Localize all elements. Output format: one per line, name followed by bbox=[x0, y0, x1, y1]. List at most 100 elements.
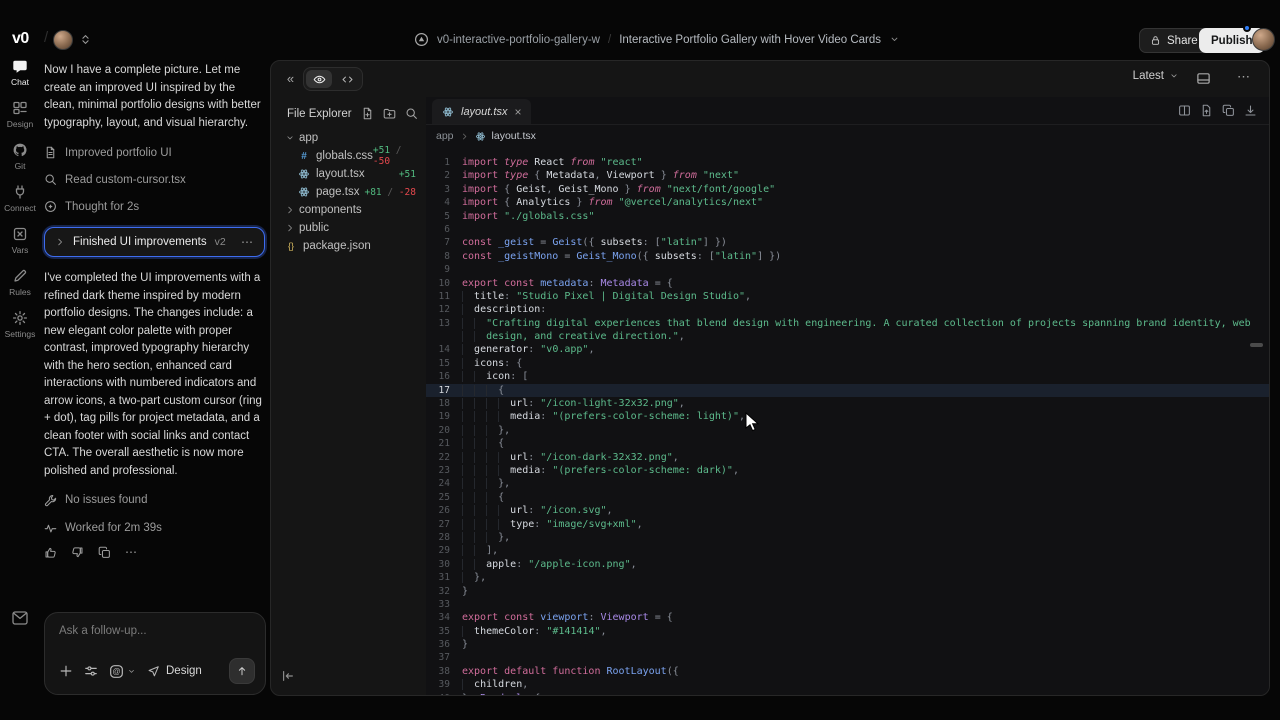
version-card[interactable]: Finished UI improvements v2 ⋯ bbox=[44, 227, 265, 257]
copy-icon[interactable] bbox=[1222, 104, 1235, 117]
preview-toggle[interactable] bbox=[306, 70, 332, 88]
code-line[interactable]: 30 apple: "/apple-icon.png", bbox=[426, 558, 1269, 571]
sidebar-item-git[interactable]: Git bbox=[0, 142, 40, 176]
more-actions-icon[interactable]: ⋯ bbox=[125, 545, 138, 559]
code-line[interactable]: 9 bbox=[426, 263, 1269, 276]
chevron-down-icon[interactable] bbox=[889, 34, 900, 45]
code-line[interactable]: 4import { Analytics } from "@vercel/anal… bbox=[426, 196, 1269, 209]
code-line[interactable]: 37 bbox=[426, 651, 1269, 664]
code-line[interactable]: 39 children, bbox=[426, 678, 1269, 691]
code-line[interactable]: 25 { bbox=[426, 491, 1269, 504]
code-line[interactable]: 19 media: "(prefers-color-scheme: light)… bbox=[426, 410, 1269, 423]
code-line[interactable]: 38export default function RootLayout({ bbox=[426, 665, 1269, 678]
plus-icon[interactable] bbox=[59, 664, 73, 678]
project-name[interactable]: v0-interactive-portfolio-gallery-w bbox=[437, 34, 600, 46]
new-folder-icon[interactable] bbox=[383, 107, 396, 120]
code-line[interactable]: 36} bbox=[426, 638, 1269, 651]
crumb-file[interactable]: layout.tsx bbox=[492, 130, 536, 142]
task-step[interactable]: Improved portfolio UI bbox=[44, 139, 265, 166]
status-row[interactable]: No issues found bbox=[44, 486, 265, 514]
code-line[interactable]: 40}: Readonly<{ bbox=[426, 692, 1269, 695]
tab-layout-tsx[interactable]: layout.tsx × bbox=[432, 99, 531, 124]
sidebar-item-design[interactable]: Design bbox=[0, 100, 40, 134]
code-line[interactable]: 35 themeColor: "#141414", bbox=[426, 625, 1269, 638]
sidebar-item-connect[interactable]: Connect bbox=[0, 184, 40, 218]
code-line[interactable]: 1import type React from "react" bbox=[426, 156, 1269, 169]
code-line[interactable]: 27 type: "image/svg+xml", bbox=[426, 518, 1269, 531]
crumb-folder[interactable]: app bbox=[436, 130, 454, 142]
code-line[interactable]: 16 icon: [ bbox=[426, 370, 1269, 383]
panel-menu-icon[interactable]: ⋯ bbox=[1237, 69, 1251, 85]
code-line[interactable]: 11 title: "Studio Pixel | Digital Design… bbox=[426, 290, 1269, 303]
code-line[interactable]: 26 url: "/icon.svg", bbox=[426, 504, 1269, 517]
version-card-menu[interactable]: ⋯ bbox=[241, 235, 254, 249]
version-selector[interactable]: Latest bbox=[1133, 70, 1179, 82]
user-avatar[interactable] bbox=[1252, 28, 1275, 51]
sidebar-item-rules[interactable]: Rules bbox=[0, 268, 40, 302]
search-icon[interactable] bbox=[405, 107, 418, 120]
sidebar-item-vars[interactable]: Vars bbox=[0, 226, 40, 260]
sidebar-item-settings[interactable]: Settings bbox=[0, 310, 40, 344]
thumbs-down-icon[interactable] bbox=[71, 546, 84, 559]
code-line[interactable]: 34export const viewport: Viewport = { bbox=[426, 611, 1269, 624]
task-step[interactable]: Thought for 2s bbox=[44, 193, 265, 220]
model-selector[interactable]: @ bbox=[109, 664, 136, 679]
code-line[interactable]: 18 url: "/icon-light-32x32.png", bbox=[426, 397, 1269, 410]
code-line[interactable]: 22 url: "/icon-dark-32x32.png", bbox=[426, 451, 1269, 464]
code-line[interactable]: design, and creative direction.", bbox=[426, 330, 1269, 343]
thumbs-up-icon[interactable] bbox=[44, 546, 57, 559]
code-line[interactable]: 2import type { Metadata, Viewport } from… bbox=[426, 169, 1269, 182]
follow-up-input[interactable] bbox=[59, 625, 249, 637]
download-icon[interactable] bbox=[1244, 104, 1257, 117]
tree-item-layout-tsx[interactable]: layout.tsx+51 bbox=[271, 165, 426, 183]
sliders-icon[interactable] bbox=[84, 664, 98, 678]
dock-left-icon[interactable] bbox=[281, 669, 295, 683]
code-line[interactable]: 15 icons: { bbox=[426, 357, 1269, 370]
collapse-panel-icon[interactable]: « bbox=[283, 71, 298, 86]
code-toggle[interactable] bbox=[334, 70, 360, 88]
new-file-icon[interactable] bbox=[361, 107, 374, 120]
code-line[interactable]: 6 bbox=[426, 223, 1269, 236]
browser-window-icon[interactable] bbox=[1196, 71, 1211, 86]
scrollbar-thumb[interactable] bbox=[1250, 343, 1263, 347]
code-line[interactable]: 31 }, bbox=[426, 571, 1269, 584]
code-line[interactable]: 5import "./globals.css" bbox=[426, 210, 1269, 223]
code-line[interactable]: 10export const metadata: Metadata = { bbox=[426, 277, 1269, 290]
code-line[interactable]: 29 ], bbox=[426, 544, 1269, 557]
code-line[interactable]: 20 }, bbox=[426, 424, 1269, 437]
task-step[interactable]: Read custom-cursor.tsx bbox=[44, 166, 265, 193]
tree-item-components[interactable]: components bbox=[271, 201, 426, 219]
v0-logo[interactable]: v0 bbox=[12, 30, 29, 48]
code-area[interactable]: 1import type React from "react"2import t… bbox=[426, 156, 1269, 695]
sidebar-item-chat[interactable]: Chat bbox=[0, 58, 40, 92]
design-mode-button[interactable]: Design bbox=[147, 665, 202, 678]
code-line[interactable]: 23 media: "(prefers-color-scheme: dark)"… bbox=[426, 464, 1269, 477]
code-line[interactable]: 33 bbox=[426, 598, 1269, 611]
chevron-up-down-icon[interactable] bbox=[79, 33, 92, 46]
code-line[interactable]: 12 description: bbox=[426, 303, 1269, 316]
composer[interactable]: @ Design bbox=[44, 612, 266, 695]
code-line[interactable]: 13 "Crafting digital experiences that bl… bbox=[426, 317, 1269, 330]
export-file-icon[interactable] bbox=[1200, 104, 1213, 117]
copy-icon[interactable] bbox=[98, 546, 111, 559]
code-line[interactable]: 8const _geistMono = Geist_Mono({ subsets… bbox=[426, 250, 1269, 263]
code-line[interactable]: 17 { bbox=[426, 384, 1269, 397]
chat-title[interactable]: Interactive Portfolio Gallery with Hover… bbox=[619, 34, 881, 46]
code-line[interactable]: 7const _geist = Geist({ subsets: ["latin… bbox=[426, 236, 1269, 249]
code-line[interactable]: 28 }, bbox=[426, 531, 1269, 544]
tree-item-page-tsx[interactable]: page.tsx+81 / -28 bbox=[271, 183, 426, 201]
close-tab-icon[interactable]: × bbox=[514, 105, 521, 119]
code-line[interactable]: 14 generator: "v0.app", bbox=[426, 343, 1269, 356]
tree-item-public[interactable]: public bbox=[271, 219, 426, 237]
tree-item-package-json[interactable]: {}package.json bbox=[271, 237, 426, 255]
status-row[interactable]: Worked for 2m 39s bbox=[44, 514, 265, 542]
mail-icon[interactable] bbox=[12, 611, 28, 625]
code-line[interactable]: 21 { bbox=[426, 437, 1269, 450]
code-line[interactable]: 24 }, bbox=[426, 477, 1269, 490]
tree-item-globals-css[interactable]: #globals.css+51 / -50 bbox=[271, 147, 426, 165]
code-line[interactable]: 32} bbox=[426, 585, 1269, 598]
avatar[interactable] bbox=[53, 30, 73, 50]
send-button[interactable] bbox=[229, 658, 255, 684]
split-view-icon[interactable] bbox=[1178, 104, 1191, 117]
code-line[interactable]: 3import { Geist, Geist_Mono } from "next… bbox=[426, 183, 1269, 196]
